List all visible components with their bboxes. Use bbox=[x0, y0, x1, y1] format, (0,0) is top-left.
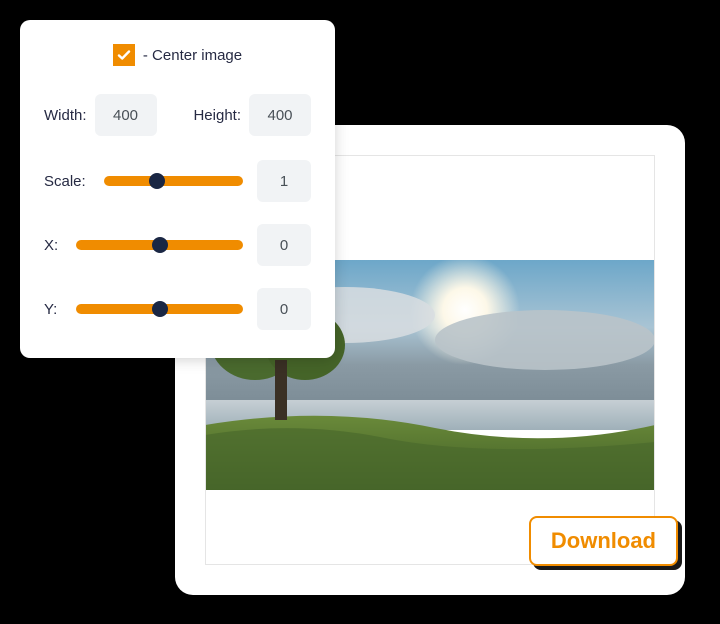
x-label: X: bbox=[44, 237, 62, 254]
width-input[interactable] bbox=[95, 94, 157, 136]
scale-row: Scale: 1 bbox=[44, 160, 311, 202]
x-slider-thumb[interactable] bbox=[152, 237, 168, 253]
height-label: Height: bbox=[193, 107, 241, 124]
x-row: X: 0 bbox=[44, 224, 311, 266]
y-row: Y: 0 bbox=[44, 288, 311, 330]
y-value[interactable]: 0 bbox=[257, 288, 311, 330]
controls-panel: - Center image Width: Height: Scale: 1 X… bbox=[20, 20, 335, 358]
check-icon bbox=[116, 47, 132, 63]
scale-slider[interactable] bbox=[104, 176, 243, 186]
x-slider[interactable] bbox=[76, 240, 243, 250]
dimensions-row: Width: Height: bbox=[44, 94, 311, 136]
center-image-checkbox[interactable] bbox=[113, 44, 135, 66]
y-label: Y: bbox=[44, 301, 62, 318]
download-button[interactable]: Download bbox=[529, 516, 678, 566]
scale-label: Scale: bbox=[44, 173, 90, 190]
scale-slider-thumb[interactable] bbox=[149, 173, 165, 189]
center-image-label: - Center image bbox=[143, 47, 242, 64]
x-value[interactable]: 0 bbox=[257, 224, 311, 266]
width-label: Width: bbox=[44, 107, 87, 124]
y-slider[interactable] bbox=[76, 304, 243, 314]
center-image-row: - Center image bbox=[44, 44, 311, 66]
scale-value[interactable]: 1 bbox=[257, 160, 311, 202]
y-slider-thumb[interactable] bbox=[152, 301, 168, 317]
height-input[interactable] bbox=[249, 94, 311, 136]
